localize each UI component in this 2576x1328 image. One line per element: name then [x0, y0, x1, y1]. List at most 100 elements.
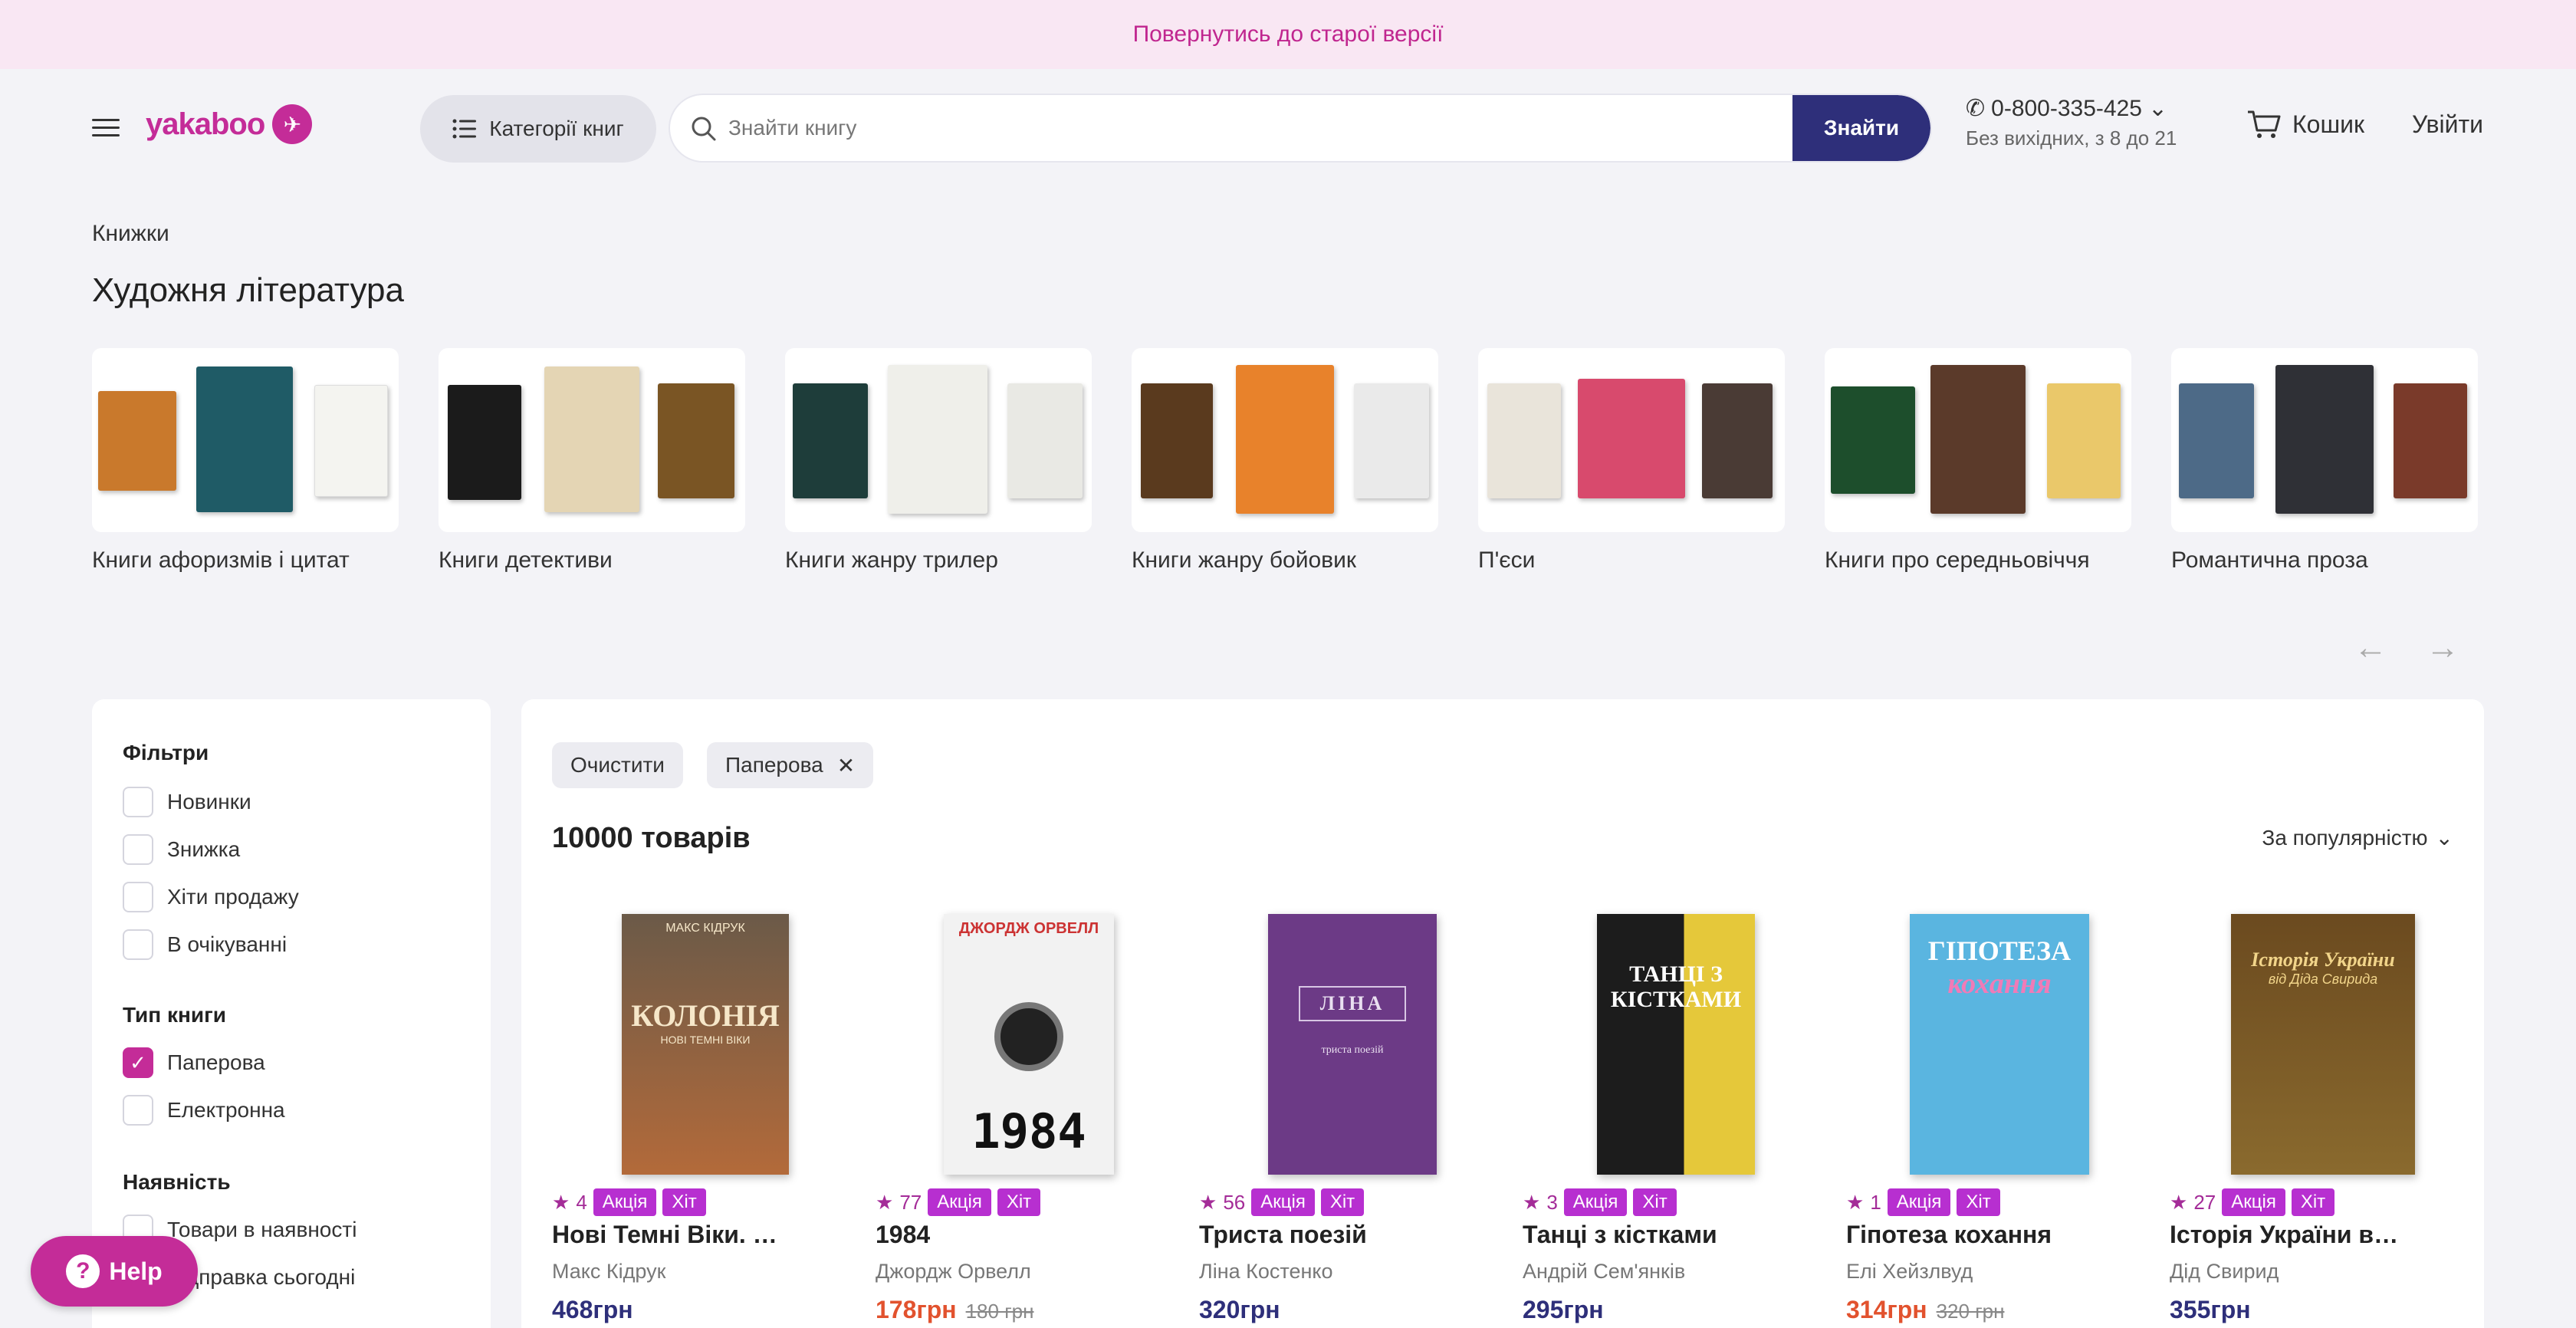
filter-bestsellers[interactable]: Хіти продажу	[123, 882, 299, 912]
price: 355грн	[2170, 1296, 2251, 1323]
product-price: 295грн	[1523, 1296, 1829, 1324]
badges: ★ 77 Акція Хіт	[876, 1188, 1182, 1216]
checkbox[interactable]	[123, 1095, 153, 1126]
arrow-right-icon[interactable]: →	[2426, 629, 2459, 667]
book-cover[interactable]: Історія України від Діда Свирида	[2231, 914, 2415, 1175]
product-card[interactable]: ТАНЦІ З КІСТКАМИ ★ 3 Акція Хіт Танці з кі…	[1523, 914, 1829, 1324]
product-author[interactable]: Джордж Орвелл	[876, 1260, 1182, 1284]
question-icon: ?	[66, 1254, 100, 1288]
book-cover[interactable]: ДЖОРДЖ ОРВЕЛЛ 1984	[944, 914, 1114, 1175]
sale-badge: Акція	[1251, 1188, 1315, 1216]
cart-icon	[2248, 110, 2281, 138]
cover-subtitle: кохання	[1947, 968, 2052, 1000]
filter-expected[interactable]: В очікуванні	[123, 929, 287, 960]
category-card[interactable]: Книги афоризмів і цитат	[92, 348, 399, 574]
checkbox[interactable]	[123, 834, 153, 865]
star-icon: ★	[1846, 1190, 1865, 1214]
filter-electronic[interactable]: Електронна	[123, 1095, 285, 1126]
rating: 3	[1546, 1190, 1558, 1214]
search-input[interactable]	[728, 95, 1687, 161]
product-price: 468грн	[552, 1296, 859, 1324]
product-card[interactable]: ЛІНА триста поезій ★ 56 Акція Хіт Триста …	[1199, 914, 1506, 1324]
clear-filters-button[interactable]: Очистити	[552, 742, 683, 788]
product-title[interactable]: Історія України від Діда Свирида	[2170, 1221, 2400, 1249]
hit-badge: Хіт	[662, 1188, 706, 1216]
cart-button[interactable]: Кошик	[2246, 109, 2364, 140]
logo[interactable]: yakaboo ✈	[146, 104, 313, 144]
category-card[interactable]: Романтична проза	[2171, 348, 2478, 574]
category-card[interactable]: Книги детективи	[439, 348, 745, 574]
categories-button[interactable]: Категорії книг	[420, 95, 656, 163]
product-card[interactable]: Історія України від Діда Свирида ★ 27 Акц…	[2170, 914, 2476, 1324]
close-icon[interactable]: ✕	[837, 753, 855, 778]
breadcrumb[interactable]: Книжки	[92, 221, 169, 247]
book-cover[interactable]: ЛІНА триста поезій	[1268, 914, 1437, 1175]
filter-new[interactable]: Новинки	[123, 787, 251, 817]
book-cover[interactable]: МАКС КІДРУК КОЛОНІЯ НОВІ ТЕМНІ ВІКИ	[622, 914, 789, 1175]
phone-hours: Без вихідних, з 8 до 21	[1966, 127, 2177, 150]
filter-label: Паперова	[167, 1050, 265, 1074]
book-cover[interactable]: ГІПОТЕЗА кохання	[1910, 914, 2089, 1175]
old-price: 180 грн	[965, 1300, 1034, 1323]
arrow-left-icon[interactable]: ←	[2354, 629, 2387, 667]
star-icon: ★	[876, 1190, 894, 1214]
filter-label: Товари в наявності	[167, 1218, 357, 1241]
categories-label: Категорії книг	[489, 117, 624, 140]
filter-discount[interactable]: Знижка	[123, 834, 240, 865]
product-title[interactable]: Гіпотеза кохання	[1846, 1221, 2076, 1249]
chip-label: Очистити	[570, 753, 665, 777]
category-card[interactable]: Книги жанру трилер	[785, 348, 1092, 574]
cover-title: ГІПОТЕЗА	[1927, 935, 2072, 966]
page-title: Художня література	[92, 271, 404, 309]
product-author[interactable]: Ліна Костенко	[1199, 1260, 1506, 1284]
cover-title: Історія України	[2251, 948, 2395, 971]
product-author[interactable]: Елі Хейзлвуд	[1846, 1260, 2153, 1284]
product-card[interactable]: ДЖОРДЖ ОРВЕЛЛ 1984 ★ 77 Акція Хіт 1984 Дж…	[876, 914, 1182, 1324]
active-filter-chip[interactable]: Паперова ✕	[707, 742, 874, 788]
product-card[interactable]: ГІПОТЕЗА кохання ★ 1 Акція Хіт Гіпотеза к…	[1846, 914, 2153, 1324]
product-title[interactable]: Триста поезій	[1199, 1221, 1429, 1249]
book-cover[interactable]: ТАНЦІ З КІСТКАМИ	[1597, 914, 1755, 1175]
product-price: 355грн	[2170, 1296, 2476, 1324]
category-label: Романтична проза	[2171, 547, 2368, 573]
product-title[interactable]: Нові Темні Віки. Книга 1. Колонія	[552, 1221, 782, 1249]
product-title[interactable]: 1984	[876, 1221, 1106, 1249]
carousel-arrows: ← →	[2354, 629, 2459, 667]
help-label: Help	[109, 1257, 163, 1285]
category-image	[1478, 348, 1785, 532]
star-icon: ★	[1199, 1190, 1217, 1214]
cover-subtitle: НОВІ ТЕМНІ ВІКИ	[660, 1033, 751, 1046]
product-author[interactable]: Дід Свирид	[2170, 1260, 2476, 1284]
checkbox[interactable]	[123, 929, 153, 960]
category-card[interactable]: П'єси	[1478, 348, 1785, 574]
badges: ★ 56 Акція Хіт	[1199, 1188, 1506, 1216]
rating: 4	[576, 1190, 587, 1214]
checkbox[interactable]	[123, 787, 153, 817]
sale-badge: Акція	[2222, 1188, 2285, 1216]
checkbox[interactable]	[123, 882, 153, 912]
product-title[interactable]: Танці з кістками	[1523, 1221, 1753, 1249]
product-author[interactable]: Андрій Сем'янків	[1523, 1260, 1829, 1284]
sort-dropdown[interactable]: За популярністю ⌄	[2262, 825, 2453, 850]
star-icon: ★	[2170, 1190, 2188, 1214]
cover-subtitle: триста поезій	[1321, 1044, 1384, 1056]
rating: 77	[899, 1190, 922, 1214]
product-price: 178грн 180 грн	[876, 1296, 1182, 1324]
filter-paper[interactable]: ✓ Паперова	[123, 1047, 265, 1078]
category-image	[439, 348, 745, 532]
cart-label: Кошик	[2292, 110, 2364, 138]
badges: ★ 1 Акція Хіт	[1846, 1188, 2153, 1216]
category-carousel: Книги афоризмів і цитат Книги детективи …	[92, 348, 2484, 578]
menu-icon[interactable]	[92, 119, 120, 137]
category-card[interactable]: Книги жанру бойовик	[1132, 348, 1438, 574]
phone-block[interactable]: ✆ 0-800-335-425 ⌄ Без вихідних, з 8 до 2…	[1966, 95, 2177, 150]
old-version-link[interactable]: Повернутись до старої версії	[1133, 21, 1444, 48]
search-button[interactable]: Знайти	[1792, 95, 1930, 161]
product-card[interactable]: МАКС КІДРУК КОЛОНІЯ НОВІ ТЕМНІ ВІКИ ★ 4 А…	[552, 914, 859, 1324]
product-author[interactable]: Макс Кідрук	[552, 1260, 859, 1284]
checkbox-checked[interactable]: ✓	[123, 1047, 153, 1078]
help-button[interactable]: ? Help	[31, 1236, 198, 1307]
login-link[interactable]: Увійти	[2412, 110, 2483, 139]
category-card[interactable]: Книги про середньовіччя	[1825, 348, 2131, 574]
sort-label: За популярністю	[2262, 825, 2428, 850]
